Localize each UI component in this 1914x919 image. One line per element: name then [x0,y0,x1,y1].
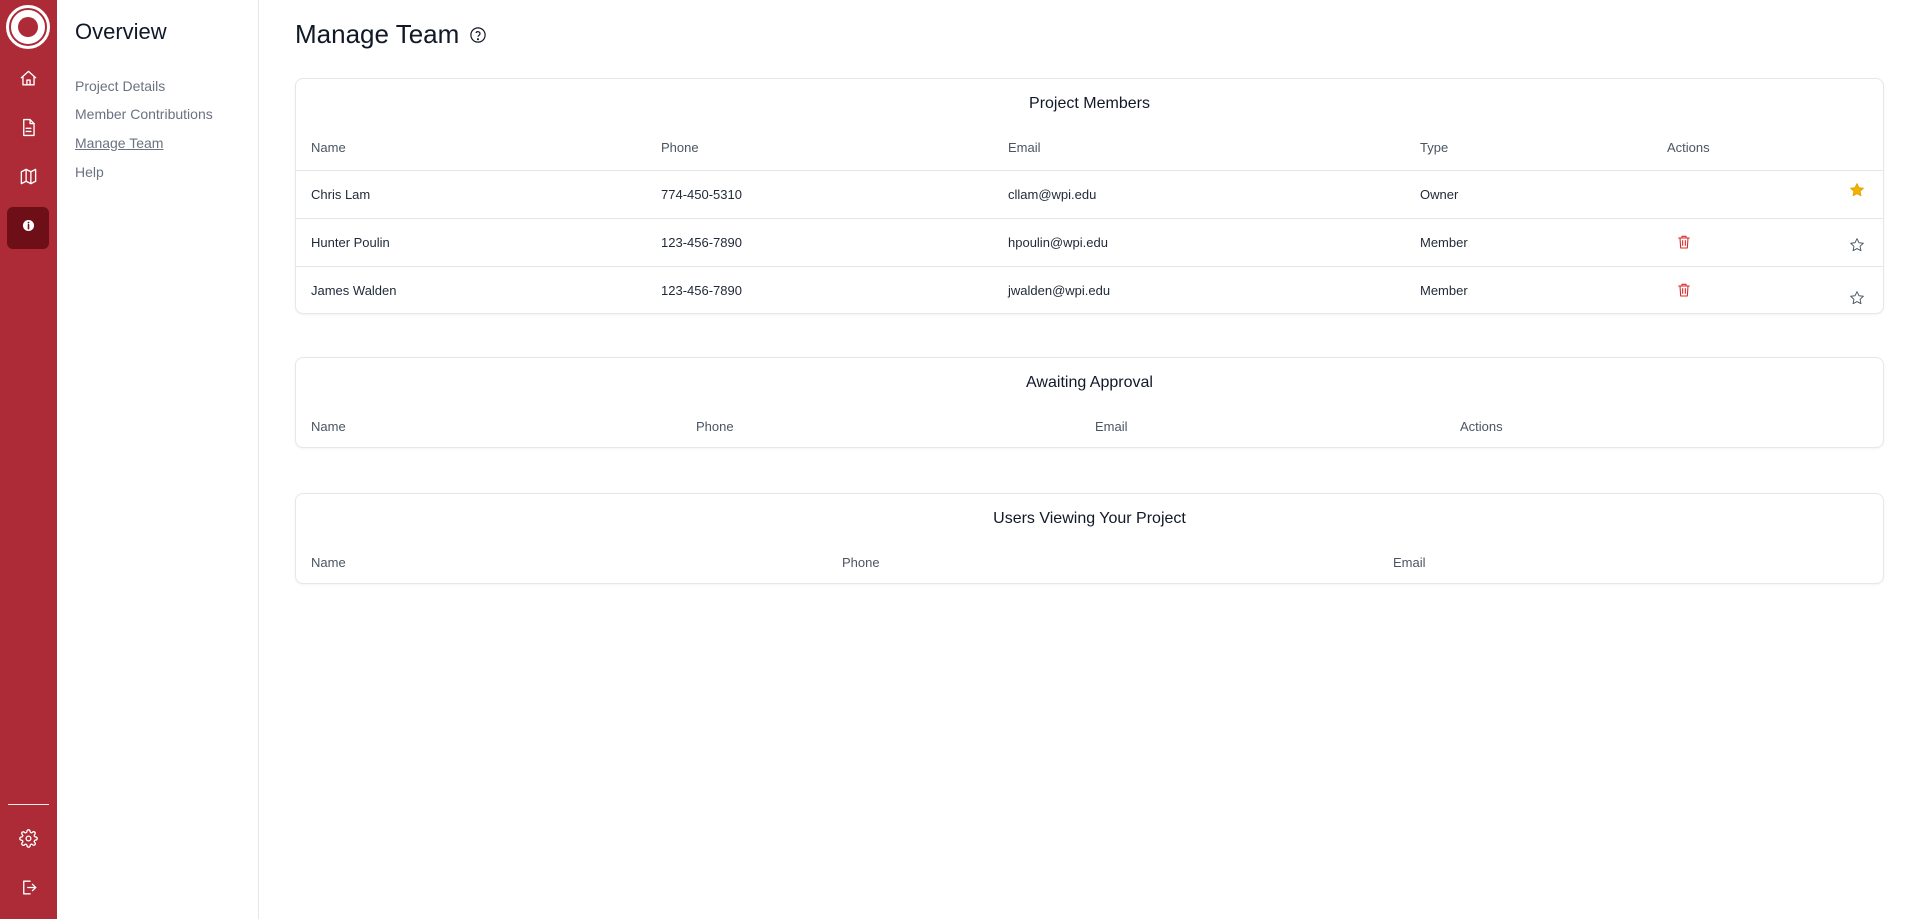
seal-ring [9,8,47,46]
star-outline-icon[interactable] [1848,289,1866,307]
column-header-phone: Phone [696,419,734,434]
page-title-row: Manage Team [295,19,487,50]
member-phone: 774-450-5310 [661,187,742,202]
awaiting-approval-title: Awaiting Approval [1026,374,1153,391]
awaiting-approval-card: Awaiting Approval Name Phone Email Actio… [295,357,1884,448]
table-row: Hunter Poulin 123-456-7890 hpoulin@wpi.e… [296,218,1883,266]
home-icon [19,69,38,93]
nav-info-button[interactable] [7,207,49,249]
member-phone: 123-456-7890 [661,283,742,298]
table-row: James Walden 123-456-7890 jwalden@wpi.ed… [296,266,1883,314]
member-name: Hunter Poulin [311,235,390,250]
star-outline-icon[interactable] [1848,236,1866,254]
member-type: Member [1420,235,1468,250]
member-type: Member [1420,283,1468,298]
main-content: Manage Team Project Members Name Phone E… [259,0,1914,919]
column-header-email: Email [1393,555,1426,570]
nav-logout-button[interactable] [7,869,49,911]
sidebar-title: Overview [75,19,167,44]
logout-icon [19,878,38,902]
nav-settings-button[interactable] [7,820,49,862]
trash-icon[interactable] [1675,281,1693,299]
info-icon [19,216,38,240]
table-row: Chris Lam 774-450-5310 cllam@wpi.edu Own… [296,170,1883,218]
sidebar-item-member-contributions[interactable]: Member Contributions [75,106,213,122]
question-circle-icon[interactable] [469,26,487,44]
nav-home-button[interactable] [7,60,49,102]
trash-icon[interactable] [1675,233,1693,251]
column-header-name: Name [311,140,346,155]
sidebar-item-help[interactable]: Help [75,164,104,180]
member-name: James Walden [311,283,397,298]
overview-sidebar: Overview Project Details Member Contribu… [57,0,259,919]
gear-icon [18,829,38,853]
star-filled-icon[interactable] [1848,181,1866,199]
member-type: Owner [1420,187,1459,202]
nav-map-button[interactable] [7,158,49,200]
column-header-name: Name [311,555,346,570]
nav-document-button[interactable] [7,109,49,151]
university-seal-logo[interactable] [6,5,50,49]
column-header-name: Name [311,419,346,434]
member-name: Chris Lam [311,187,371,202]
column-header-actions: Actions [1460,419,1503,434]
rail-divider [8,804,49,805]
viewers-card: Users Viewing Your Project Name Phone Em… [295,493,1884,584]
nav-rail [0,0,57,919]
map-icon [19,167,38,191]
column-header-actions: Actions [1667,140,1710,155]
project-members-title: Project Members [1029,95,1150,112]
page-title: Manage Team [295,19,460,49]
project-members-card: Project Members Name Phone Email Type Ac… [295,78,1884,314]
column-header-phone: Phone [661,140,699,155]
sidebar-item-manage-team[interactable]: Manage Team [75,135,163,151]
member-email: jwalden@wpi.edu [1008,283,1111,298]
viewers-title: Users Viewing Your Project [993,510,1186,527]
seal-core [18,17,38,37]
member-email: cllam@wpi.edu [1008,187,1097,202]
sidebar-item-project-details[interactable]: Project Details [75,78,165,94]
member-phone: 123-456-7890 [661,235,742,250]
column-header-email: Email [1008,140,1041,155]
column-header-phone: Phone [842,555,880,570]
member-email: hpoulin@wpi.edu [1008,235,1108,250]
column-header-type: Type [1420,140,1449,155]
column-header-email: Email [1095,419,1128,434]
document-icon [19,118,38,142]
